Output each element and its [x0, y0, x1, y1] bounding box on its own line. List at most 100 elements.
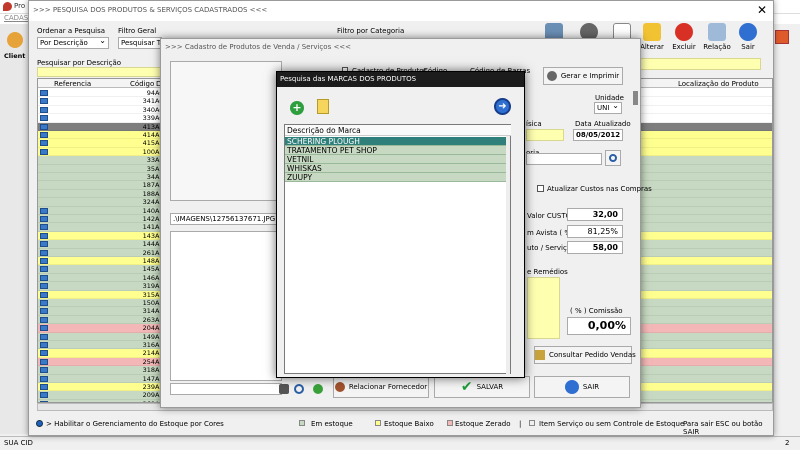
- menu-cadastro[interactable]: CADAS: [4, 14, 28, 22]
- table-row[interactable]: 318APUI: [38, 366, 170, 375]
- brand-list-item[interactable]: ZUUPY: [285, 173, 507, 182]
- sair-toolbar-button[interactable]: Sair: [733, 23, 763, 63]
- location-row[interactable]: [638, 374, 772, 383]
- location-row[interactable]: [638, 257, 772, 266]
- location-row[interactable]: [638, 324, 772, 333]
- sair-button[interactable]: SAIR: [534, 376, 630, 398]
- fisica-field[interactable]: [526, 129, 564, 141]
- servico-field[interactable]: 58,00: [567, 241, 623, 254]
- location-grid[interactable]: Localização do Produto: [637, 78, 773, 403]
- products-grid[interactable]: Referencia Código Desc 94ACOM341ACOM340A…: [37, 78, 171, 403]
- table-row[interactable]: 340ACOM: [38, 105, 170, 115]
- location-row[interactable]: [638, 173, 772, 182]
- table-row[interactable]: 147APUI: [38, 374, 170, 383]
- categoria-field[interactable]: [526, 153, 602, 165]
- table-row[interactable]: 35ANID: [38, 164, 170, 173]
- excluir-button[interactable]: Excluir: [669, 23, 699, 63]
- data-field[interactable]: 08/05/2012: [573, 129, 623, 141]
- consultar-pedido-button[interactable]: Consultar Pedido Vendas: [534, 346, 636, 364]
- brand-list-scrollbar[interactable]: [506, 136, 510, 374]
- unidade-select[interactable]: UNI: [594, 102, 622, 114]
- close-icon[interactable]: ✕: [757, 3, 767, 17]
- location-row[interactable]: [638, 315, 772, 325]
- table-row[interactable]: 314APUI: [38, 307, 170, 316]
- table-row[interactable]: 415ALLE: [38, 139, 170, 148]
- location-row[interactable]: [638, 299, 772, 308]
- table-row[interactable]: 34ANID: [38, 173, 170, 182]
- atualizar-checkbox[interactable]: [537, 185, 544, 192]
- comissao-field[interactable]: 0,00%: [567, 317, 631, 335]
- table-row[interactable]: 316APUI: [38, 341, 170, 350]
- search-icon[interactable]: [294, 384, 304, 394]
- location-row[interactable]: [638, 332, 772, 341]
- table-row[interactable]: 261APUI: [38, 248, 170, 257]
- location-row[interactable]: [638, 240, 772, 249]
- table-row[interactable]: 413ALLE: [38, 122, 170, 131]
- right-red-button[interactable]: [775, 30, 789, 44]
- col-localizacao[interactable]: Localização do Produto: [678, 80, 759, 88]
- table-row[interactable]: 414ALLE: [38, 131, 170, 140]
- remedios-area[interactable]: [527, 277, 560, 339]
- table-row[interactable]: 324ANID: [38, 198, 170, 207]
- table-row[interactable]: 315APUI: [38, 290, 170, 299]
- table-row[interactable]: 339ACOM: [38, 114, 170, 123]
- table-row[interactable]: 146APUI: [38, 273, 170, 283]
- table-row[interactable]: 100ANES: [38, 147, 170, 157]
- table-row[interactable]: 341ACOM: [38, 97, 170, 106]
- location-row[interactable]: [638, 307, 772, 316]
- brand-list-item[interactable]: WHISKAS: [285, 164, 507, 173]
- location-row[interactable]: [638, 349, 772, 358]
- location-row[interactable]: [638, 105, 772, 115]
- table-row[interactable]: 148APUI: [38, 257, 170, 266]
- table-row[interactable]: 144APUI: [38, 240, 170, 249]
- location-row[interactable]: [638, 273, 772, 283]
- brand-list-item[interactable]: TRATAMENTO PET SHOP: [285, 146, 507, 155]
- location-row[interactable]: [638, 265, 772, 274]
- brand-list[interactable]: Descrição do Marca SCHERING PLOUGH TRATAM…: [284, 124, 511, 374]
- location-row[interactable]: [638, 97, 772, 106]
- table-row[interactable]: 187ANID: [38, 181, 170, 190]
- location-row[interactable]: [638, 206, 772, 215]
- filter-general-select[interactable]: Pesquisar TOD: [118, 37, 162, 49]
- radio-icon[interactable]: [36, 420, 43, 427]
- location-row[interactable]: [638, 139, 772, 148]
- location-row[interactable]: [638, 383, 772, 392]
- image-search-field[interactable]: [170, 383, 282, 395]
- location-row[interactable]: [638, 248, 772, 257]
- location-row[interactable]: [638, 223, 772, 232]
- table-row[interactable]: 254APUI: [38, 357, 170, 367]
- add-brand-button[interactable]: +: [288, 97, 308, 117]
- add-image-icon[interactable]: [313, 384, 323, 394]
- table-row[interactable]: 239APUI: [38, 383, 170, 392]
- categoria-search-button[interactable]: [605, 150, 621, 166]
- camera-icon[interactable]: [279, 384, 289, 394]
- location-row[interactable]: [638, 366, 772, 375]
- location-row[interactable]: [638, 231, 772, 241]
- location-row[interactable]: [638, 290, 772, 299]
- brand-dialog-exit-button[interactable]: ➜: [493, 97, 513, 117]
- location-row[interactable]: [638, 341, 772, 350]
- table-row[interactable]: 149APUI: [38, 332, 170, 341]
- table-row[interactable]: 150APUI: [38, 299, 170, 308]
- table-row[interactable]: 143APUI: [38, 231, 170, 241]
- location-row[interactable]: [638, 357, 772, 367]
- col-codigo[interactable]: Código: [130, 80, 154, 88]
- custo-field[interactable]: 32,00: [567, 208, 623, 221]
- search-input[interactable]: [37, 67, 163, 77]
- brand-list-item[interactable]: SCHERING PLOUGH: [285, 137, 507, 146]
- table-row[interactable]: 204APUI: [38, 324, 170, 333]
- location-row[interactable]: [638, 391, 772, 400]
- location-row[interactable]: [638, 122, 772, 131]
- location-row[interactable]: [638, 164, 772, 173]
- edit-brand-button[interactable]: [314, 97, 334, 117]
- col-referencia[interactable]: Referencia: [54, 80, 91, 88]
- location-row[interactable]: [638, 215, 772, 224]
- legend-radio-label[interactable]: > Habilitar o Gerenciamento do Estoque p…: [46, 420, 224, 428]
- table-row[interactable]: 141APUI: [38, 223, 170, 232]
- location-row[interactable]: [638, 189, 772, 199]
- client-button[interactable]: Client: [4, 30, 26, 64]
- salvar-button[interactable]: ✔ SALVAR: [434, 376, 530, 398]
- table-row[interactable]: 142APUI: [38, 215, 170, 224]
- location-row[interactable]: [638, 181, 772, 190]
- table-row[interactable]: 94ACOM: [38, 89, 170, 98]
